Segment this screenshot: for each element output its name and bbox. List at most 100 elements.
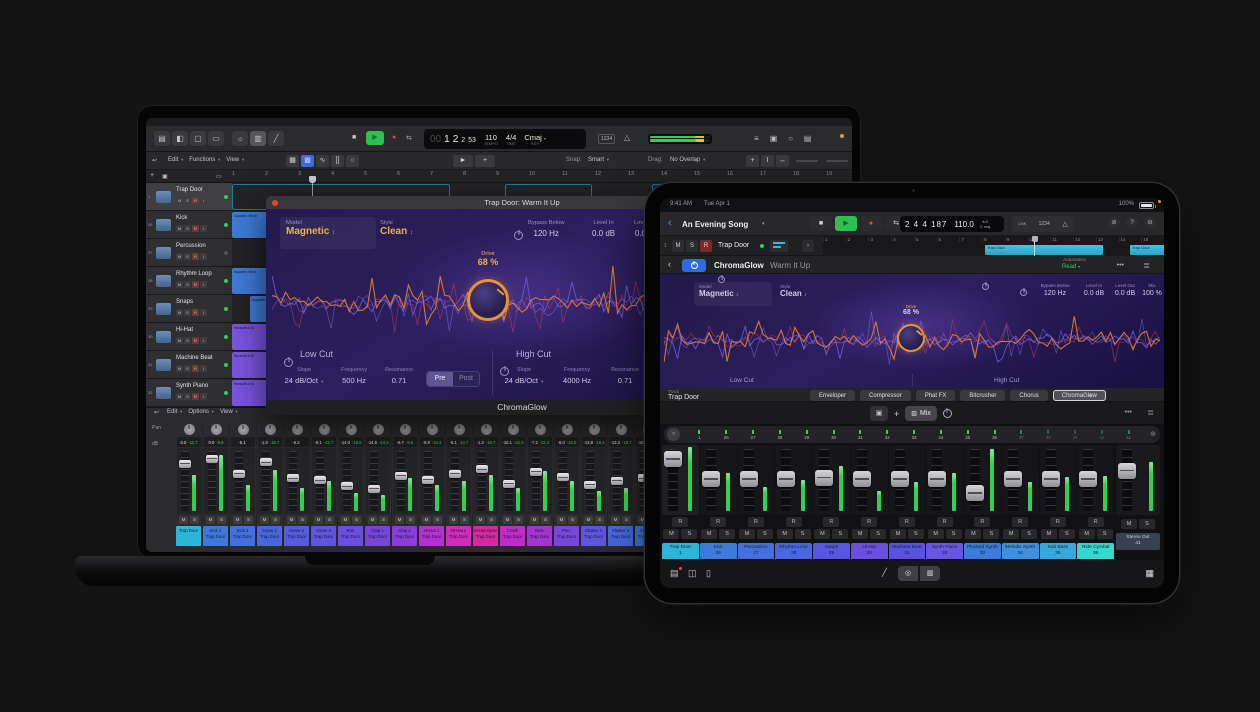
mixer-channel-strip[interactable]: 0.0-5.9 M S Kick 1 Tr (203, 421, 230, 546)
volume-readout[interactable]: -5.1-14.7 (447, 437, 471, 447)
mute-button[interactable]: M (176, 365, 183, 372)
solo-button[interactable]: S (184, 337, 191, 344)
record-enable-button[interactable]: R (192, 281, 199, 288)
fader-handle[interactable] (449, 470, 461, 478)
solo-button[interactable]: S (514, 516, 523, 524)
channel-label[interactable]: Ride Cymbal 36 (1077, 543, 1114, 560)
channel-label[interactable]: Ride Trap Door (527, 526, 552, 546)
more-icon[interactable]: ••• (1125, 409, 1132, 416)
count-in-icon[interactable]: 1234 (1039, 221, 1050, 227)
overview-channel[interactable]: 33 (901, 426, 928, 443)
track-header[interactable]: 27 Percussion M S R I (146, 239, 232, 266)
play-button[interactable]: ▶ (835, 216, 857, 231)
volume-readout[interactable]: -7.2-22.3 (528, 437, 552, 447)
playhead-marker[interactable] (1032, 236, 1038, 242)
input-monitor-button[interactable]: I (200, 253, 207, 260)
pan-knob[interactable] (184, 424, 195, 435)
track-header[interactable]: 28 Rhythm Loop M S R I (146, 267, 232, 294)
toolbar-icon[interactable]: ↔ (776, 155, 789, 167)
fader-handle[interactable] (1004, 471, 1022, 487)
pan-knob[interactable] (616, 424, 627, 435)
overview-channel[interactable]: 29 (793, 426, 820, 443)
menu-item[interactable]: View ▾ (226, 157, 244, 163)
channel-label[interactable]: Snaps 29 (813, 543, 850, 560)
fader-handle[interactable] (928, 471, 946, 487)
channel-label[interactable]: Melodic Synth 34 (1002, 543, 1039, 560)
add-icon[interactable]: + (894, 409, 899, 419)
fader-handle[interactable] (584, 481, 596, 489)
solo-button[interactable]: S (946, 529, 962, 539)
solo-button[interactable]: S (681, 529, 697, 539)
channel-label[interactable]: Rim Trap Door (338, 526, 363, 546)
volume-readout[interactable]: -8.1-12.7 (312, 437, 336, 447)
mute-button[interactable]: M (314, 516, 323, 524)
fader-handle[interactable] (1042, 471, 1060, 487)
power-icon[interactable] (943, 409, 952, 418)
toolbar-icon[interactable]: ╱ (268, 131, 284, 146)
channel-label[interactable]: Plucked Synth 33 (964, 543, 1001, 560)
record-enable-button[interactable]: R (192, 337, 199, 344)
volume-readout[interactable]: -6.2 (285, 437, 309, 447)
solo-button[interactable]: S (595, 516, 604, 524)
gear-icon[interactable]: ⊕ (1150, 430, 1156, 438)
overview-channel[interactable]: 38 (1035, 426, 1062, 443)
mixer-channel-strip[interactable]: -10.1-22.9 M S Crash (500, 421, 527, 546)
mixer-channel-strip[interactable]: -14.0-15.8 M S Rim Tr (338, 421, 365, 546)
volume-readout[interactable]: 0.0-5.9 (204, 437, 228, 447)
channel-label[interactable]: Kick 26 (700, 543, 737, 560)
ipad-ruler[interactable]: 123456789101112131415 Trap DoorTrap Door… (823, 236, 1164, 256)
channel-label[interactable]: Machine Beat 31 (889, 543, 926, 560)
piano-keyboard-icon[interactable]: ▦ (1145, 568, 1154, 579)
mute-button[interactable]: M (176, 393, 183, 400)
post-button[interactable]: Post (453, 372, 479, 386)
record-enable-button[interactable]: R (192, 253, 199, 260)
fader-handle[interactable] (368, 485, 380, 493)
solo-button[interactable]: S (190, 516, 199, 524)
mute-button[interactable]: M (1003, 529, 1019, 539)
mixer-channel-strip[interactable]: -7.2-22.3 M S Ride Tr (527, 421, 554, 546)
volume-readout[interactable]: -6.7-9.5 (393, 437, 417, 447)
record-enable-button[interactable]: R (700, 240, 712, 252)
style-selector[interactable]: Style Clean ↕ (380, 220, 413, 237)
high-cut-power-icon[interactable] (982, 283, 989, 290)
power-icon[interactable] (1020, 289, 1027, 296)
pan-knob[interactable] (238, 424, 249, 435)
channel-label[interactable]: Trap Door 1 (662, 543, 699, 560)
channel-label[interactable]: Hi-Hat 30 (851, 543, 888, 560)
volume-readout[interactable]: -6.0-10.0 (555, 437, 579, 447)
record-enable-button[interactable]: R (192, 225, 199, 232)
mute-button[interactable]: M (176, 225, 183, 232)
fader-handle[interactable] (422, 476, 434, 484)
record-enable-button[interactable]: R (192, 365, 199, 372)
mixer-channel-strip[interactable]: R M S Snaps 29 (813, 445, 850, 560)
mute-button[interactable]: M (777, 529, 793, 539)
solo-button[interactable]: S (719, 529, 735, 539)
mixer-channel-strip[interactable]: -13.3-18.7 M S Shaker 2 (608, 421, 635, 546)
solo-button[interactable]: S (1139, 519, 1155, 529)
fader-handle[interactable] (260, 458, 272, 466)
mute-button[interactable]: M (852, 529, 868, 539)
channel-label[interactable]: Snare 1 Trap Door (257, 526, 282, 546)
overview-channel[interactable]: 39 (1062, 426, 1089, 443)
region[interactable]: Trap Door (1130, 245, 1164, 255)
drive-knob[interactable] (897, 324, 925, 352)
solo-button[interactable]: S (406, 516, 415, 524)
mixer-overview-strip[interactable]: ○ 1 26 27 28 (664, 426, 1160, 443)
more-icon[interactable]: ••• (1117, 262, 1124, 269)
volume-readout[interactable]: -13.3-18.7 (609, 437, 633, 447)
fader-handle[interactable] (815, 470, 833, 486)
overview-channel[interactable]: 40 (1088, 426, 1115, 443)
overview-channel[interactable]: 36 (981, 426, 1008, 443)
playhead-marker[interactable] (309, 176, 316, 183)
mute-button[interactable]: M (176, 337, 183, 344)
toolbar-icon[interactable]: ▢ (190, 131, 206, 146)
input-monitor-button[interactable]: I (200, 365, 207, 372)
mute-button[interactable]: M (1079, 529, 1095, 539)
link-icon[interactable]: LINK (1018, 222, 1026, 226)
mixer-channel-strip[interactable]: -1.2-19.7 M S Hi-Hat Open (473, 421, 500, 546)
pan-knob[interactable] (562, 424, 573, 435)
track-header[interactable]: 30 Hi-Hat M S R I (146, 323, 232, 350)
track-icon[interactable] (770, 240, 788, 252)
mixer-channel-strip[interactable]: R M S Percussion 27 (738, 445, 775, 560)
mixer-channel-strip[interactable]: R M S Rhythm Loop 28 (775, 445, 812, 560)
